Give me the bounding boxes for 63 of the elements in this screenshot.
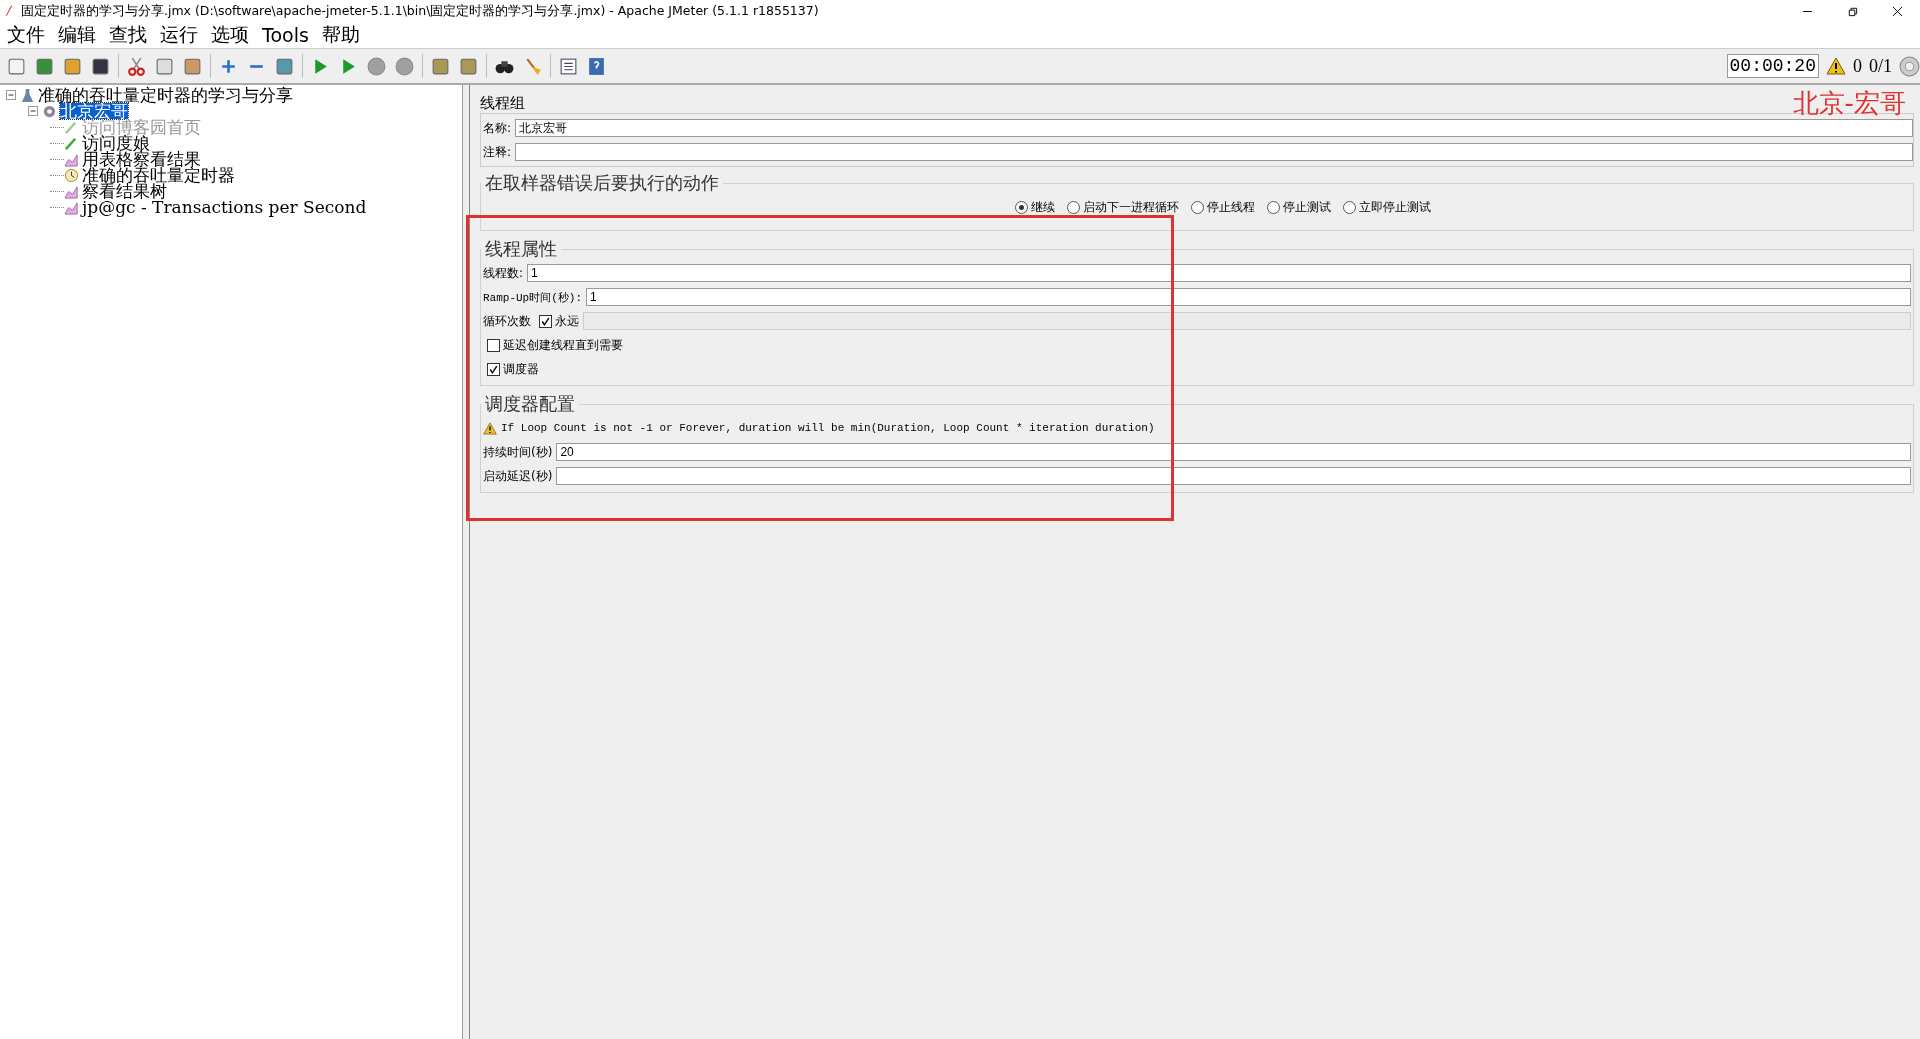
duration-field[interactable]: 20 <box>556 443 1911 461</box>
comment-field[interactable] <box>515 143 1913 161</box>
tree-node[interactable]: 访问度娘 <box>82 135 150 151</box>
error-count: 0 <box>1853 55 1862 77</box>
author-label: 北京-宏哥 <box>1792 86 1906 120</box>
tree-node[interactable]: 察看结果树 <box>82 183 167 199</box>
field-label: 持续时间(秒) <box>483 443 553 461</box>
menu-item[interactable]: 运行 <box>159 22 199 48</box>
menu-item[interactable]: 帮助 <box>320 22 361 48</box>
radio-option[interactable]: 启动下一进程循环 <box>1067 199 1179 216</box>
pipette-icon <box>64 119 79 135</box>
field-label: Ramp-Up时间(秒): <box>483 290 582 305</box>
menu-item[interactable]: Tools <box>261 24 310 46</box>
section-title: 线程属性 <box>484 237 558 261</box>
tree-node[interactable]: 北京宏哥 <box>60 103 128 119</box>
chart-icon <box>64 151 79 167</box>
checkbox[interactable]: 调度器 <box>487 360 539 378</box>
panel-title: 线程组 <box>480 93 525 113</box>
warning-icon <box>483 421 497 435</box>
section-title: 调度器配置 <box>484 392 576 416</box>
checkmark-icon <box>488 363 499 375</box>
cut-icon[interactable] <box>126 55 147 77</box>
field-label: 名称: <box>483 119 512 137</box>
checkmark-icon <box>540 315 551 327</box>
collapse-toggle[interactable] <box>28 106 38 116</box>
thread-count: 0/1 <box>1869 55 1892 77</box>
warning-icon[interactable] <box>1826 57 1846 75</box>
stopwatch-icon <box>64 167 79 183</box>
tree-node[interactable]: 准确的吞吐量定时器的学习与分享 <box>38 87 293 103</box>
tree-node[interactable]: 准确的吞吐量定时器 <box>82 167 235 183</box>
menu-item[interactable]: 文件 <box>6 22 46 48</box>
menu-item[interactable]: 选项 <box>210 22 250 48</box>
section-title: 在取样器错误后要执行的动作 <box>484 171 720 195</box>
radio-option[interactable]: 立即停止测试 <box>1343 199 1431 216</box>
gear-icon <box>42 103 57 119</box>
warning-text: If Loop Count is not -1 or Forever, duration will be min(Duration, Loop Count * iteration duration) <box>501 422 1155 434</box>
tree-node[interactable]: 用表格察看结果 <box>82 151 201 167</box>
name-field[interactable]: 北京宏哥 <box>515 119 1913 137</box>
checkbox[interactable]: 延迟创建线程直到需要 <box>487 336 623 354</box>
ramp-up-field[interactable]: 1 <box>586 288 1911 306</box>
field-label: 启动延迟(秒) <box>483 467 553 485</box>
menu-item[interactable]: 查找 <box>108 22 148 48</box>
radio-option[interactable]: 停止线程 <box>1191 199 1255 216</box>
help-icon[interactable] <box>586 55 607 77</box>
close-icon[interactable] <box>1892 5 1903 17</box>
radio-option[interactable]: 继续 <box>1015 199 1055 216</box>
window-title: 固定定时器的学习与分享.jmx (D:\software\apache-jmeter-5.1.1\bin\固定定时器的学习与分享.jmx) - Apache JMeter (5.1.1 r1855137) <box>21 2 819 20</box>
chart-icon <box>64 183 79 199</box>
field-label: 循环次数 <box>483 312 531 330</box>
field-label: 线程数: <box>483 264 524 282</box>
pipette-icon <box>64 135 79 151</box>
menu-item[interactable]: 编辑 <box>57 22 97 48</box>
chart-icon <box>64 199 79 215</box>
flask-icon <box>20 87 35 103</box>
collapse-toggle[interactable] <box>6 90 16 100</box>
radio-option[interactable]: 停止测试 <box>1267 199 1331 216</box>
checkbox[interactable]: 永远 <box>539 312 579 330</box>
startup-delay-field[interactable] <box>556 467 1911 485</box>
restore-icon[interactable] <box>1847 5 1858 17</box>
threads-field[interactable]: 1 <box>527 264 1911 282</box>
tree-node[interactable]: jp@gc - Transactions per Second <box>82 199 367 215</box>
elapsed-time: 00:00:20 <box>1726 54 1819 78</box>
field-label: 注释: <box>483 143 512 161</box>
